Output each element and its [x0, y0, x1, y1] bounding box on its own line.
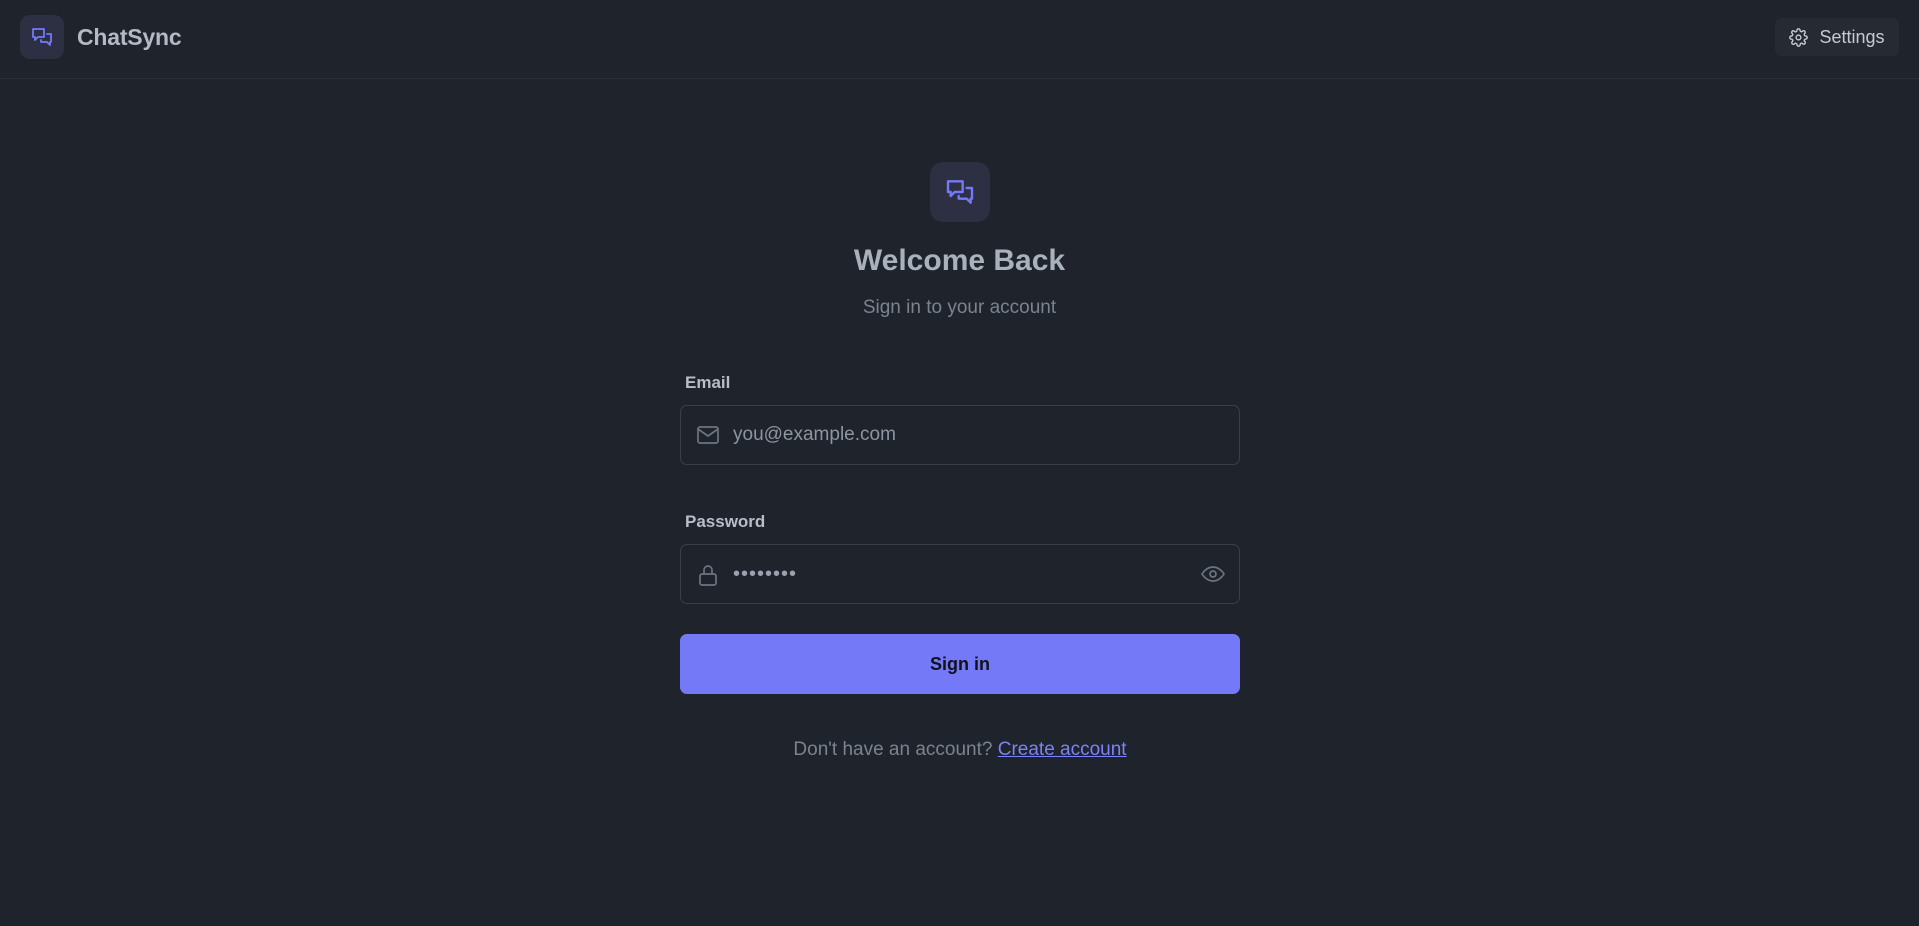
lock-icon [696, 563, 720, 587]
create-account-prompt: Don't have an account? Create account [680, 739, 1240, 761]
email-input-wrapper[interactable] [680, 405, 1240, 465]
top-bar: ChatSync Settings [0, 0, 1919, 79]
page-subtitle: Sign in to your account [862, 297, 1057, 318]
brand[interactable]: ChatSync [20, 15, 182, 59]
mail-icon [696, 424, 720, 446]
gear-icon [1789, 27, 1809, 47]
password-input[interactable] [731, 545, 1171, 603]
password-input-wrapper[interactable] [680, 544, 1240, 604]
no-account-text: Don't have an account? [793, 739, 993, 760]
create-account-link[interactable]: Create account [998, 739, 1127, 760]
chat-bubbles-icon [20, 15, 64, 59]
email-group: Email [680, 370, 1240, 465]
password-group: Password [680, 509, 1240, 604]
password-label: Password [685, 512, 766, 531]
app-name: ChatSync [77, 23, 182, 50]
email-input[interactable] [731, 406, 1171, 464]
page-title: Welcome Back [853, 244, 1066, 277]
settings-button[interactable]: Settings [1775, 18, 1899, 56]
email-label: Email [685, 373, 731, 392]
sign-in-button[interactable]: Sign in [680, 634, 1240, 694]
settings-label: Settings [1819, 26, 1885, 47]
login-page: Welcome Back Sign in to your account Ema… [0, 80, 1919, 926]
eye-icon[interactable] [1200, 562, 1226, 586]
chat-bubbles-icon [930, 162, 990, 222]
sign-in-form: Email Password [680, 370, 1240, 761]
